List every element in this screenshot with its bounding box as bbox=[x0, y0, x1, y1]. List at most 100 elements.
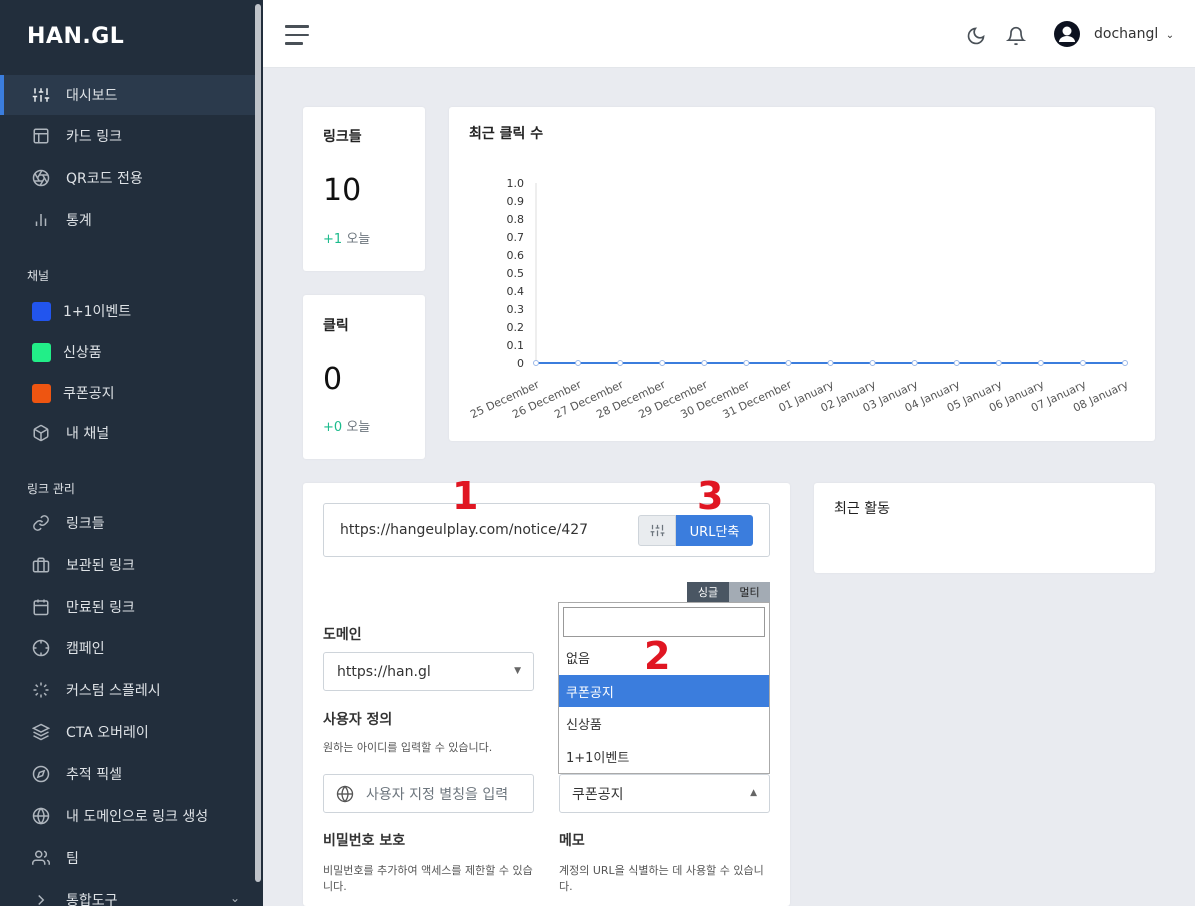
calendar-icon bbox=[32, 598, 50, 616]
channel-color-swatch bbox=[32, 342, 51, 362]
sidebar: HAN.GL 대시보드 카드 링크 QR코드 전용 통계 채널 1+1이벤트 신… bbox=[0, 0, 263, 906]
memo-hint: 계정의 URL을 식별하는 데 사용할 수 있습니다. bbox=[559, 864, 764, 893]
data-point bbox=[1079, 360, 1086, 366]
recent-activity-title: 최근 활동 bbox=[834, 501, 890, 517]
sidebar-item-links[interactable]: 링크들 bbox=[0, 503, 255, 543]
y-tick-label: 0.9 bbox=[507, 195, 525, 208]
y-tick-label: 0.6 bbox=[507, 249, 525, 262]
mode-single-button[interactable]: 싱글 bbox=[687, 582, 729, 602]
sidebar-item-stats[interactable]: 통계 bbox=[0, 200, 255, 240]
stat-value: 10 bbox=[323, 173, 362, 208]
sidebar-item-custom-domain[interactable]: 내 도메인으로 링크 생성 bbox=[0, 796, 255, 836]
sidebar-item-label: 카드 링크 bbox=[66, 129, 122, 145]
channel-label: 신상품 bbox=[63, 345, 102, 361]
loader-icon bbox=[32, 681, 50, 699]
sidebar-item-label: QR코드 전용 bbox=[66, 171, 143, 187]
y-tick-label: 0.7 bbox=[507, 231, 525, 244]
sidebar-item-label: 링크들 bbox=[66, 516, 105, 532]
recent-activity-card: 최근 활동 bbox=[814, 483, 1155, 573]
sidebar-item-splash[interactable]: 커스텀 스플레시 bbox=[0, 670, 255, 710]
channel-option[interactable]: 신상품 bbox=[559, 707, 769, 739]
options-toggle-button[interactable] bbox=[638, 515, 676, 546]
user-menu[interactable]: dochangl ⌄ bbox=[1094, 26, 1174, 42]
custom-alias-label: 사용자 정의 bbox=[323, 712, 393, 728]
y-tick-label: 0.2 bbox=[507, 321, 525, 334]
data-point bbox=[827, 360, 834, 366]
password-hint: 비밀번호를 추가하여 액세스를 제한할 수 있습니다. bbox=[323, 864, 533, 893]
bell-icon[interactable] bbox=[1005, 26, 1027, 46]
domain-select[interactable]: https://han.gl ▼ bbox=[323, 652, 534, 691]
sidebar-item-qr[interactable]: QR코드 전용 bbox=[0, 158, 255, 198]
channel-item-event[interactable]: 1+1이벤트 bbox=[32, 296, 252, 326]
y-tick-label: 0.4 bbox=[507, 285, 525, 298]
channel-label: 쿠폰공지 bbox=[63, 386, 115, 402]
data-point bbox=[659, 360, 666, 366]
domain-label: 도메인 bbox=[323, 627, 362, 643]
username: dochangl bbox=[1094, 26, 1159, 42]
data-point bbox=[617, 360, 624, 366]
channel-search-input[interactable] bbox=[563, 607, 765, 637]
sidebar-item-team[interactable]: 팀 bbox=[0, 838, 255, 878]
annotation-marker-1: 1 bbox=[452, 474, 479, 518]
sidebar-item-archived[interactable]: 보관된 링크 bbox=[0, 545, 255, 585]
data-point bbox=[533, 360, 539, 366]
channel-item-new-product[interactable]: 신상품 bbox=[32, 337, 252, 367]
sidebar-item-dashboard[interactable]: 대시보드 bbox=[0, 75, 255, 115]
mode-multi-button[interactable]: 멀티 bbox=[729, 582, 770, 602]
hamburger-menu-icon[interactable] bbox=[285, 25, 309, 45]
y-tick-label: 0.1 bbox=[507, 339, 525, 352]
chevron-down-icon: ⌄ bbox=[230, 891, 241, 905]
custom-alias-input[interactable]: 사용자 지정 별칭을 입력 bbox=[323, 774, 534, 813]
sidebar-item-card-link[interactable]: 카드 링크 bbox=[0, 116, 255, 156]
sliders-icon bbox=[32, 86, 50, 104]
sidebar-heading-channels: 채널 bbox=[27, 269, 50, 283]
data-point bbox=[953, 360, 960, 366]
compass-icon bbox=[32, 765, 50, 783]
box-icon bbox=[32, 424, 50, 442]
sidebar-item-label: CTA 오버레이 bbox=[66, 725, 149, 741]
channel-color-swatch bbox=[32, 383, 51, 403]
sidebar-item-campaign[interactable]: 캠페인 bbox=[0, 628, 255, 668]
data-point bbox=[743, 360, 750, 366]
y-tick-label: 0.8 bbox=[507, 213, 525, 226]
channel-option[interactable]: 1+1이벤트 bbox=[559, 740, 769, 772]
sidebar-item-cta[interactable]: CTA 오버레이 bbox=[0, 712, 255, 752]
password-label: 비밀번호 보호 bbox=[323, 833, 406, 849]
channel-item-coupon[interactable]: 쿠폰공지 bbox=[32, 378, 252, 408]
sidebar-scrollbar[interactable] bbox=[255, 4, 261, 882]
sidebar-item-label: 캠페인 bbox=[66, 641, 105, 657]
avatar[interactable] bbox=[1054, 21, 1080, 47]
y-tick-label: 1.0 bbox=[507, 177, 525, 190]
app-logo[interactable]: HAN.GL bbox=[27, 24, 124, 49]
link-icon bbox=[32, 514, 50, 532]
sidebar-item-expired[interactable]: 만료된 링크 bbox=[0, 587, 255, 627]
data-point bbox=[785, 360, 792, 366]
data-point bbox=[701, 360, 708, 366]
data-point bbox=[1122, 360, 1128, 366]
sidebar-item-label: 만료된 링크 bbox=[66, 600, 135, 616]
sidebar-item-label: 커스텀 스플레시 bbox=[66, 683, 161, 699]
annotation-marker-2: 2 bbox=[644, 634, 671, 678]
data-point bbox=[869, 360, 876, 366]
channel-label: 1+1이벤트 bbox=[63, 304, 132, 320]
stat-delta: +1 오늘 bbox=[323, 232, 371, 247]
sidebar-item-label: 통합도구 bbox=[66, 893, 118, 906]
sidebar-item-label: 내 도메인으로 링크 생성 bbox=[66, 809, 209, 825]
custom-alias-hint: 원하는 아이디를 입력할 수 있습니다. bbox=[323, 741, 493, 754]
moon-icon[interactable] bbox=[966, 26, 986, 46]
stat-card-links: 링크들 10 +1 오늘 bbox=[303, 107, 425, 271]
channel-select[interactable]: 쿠폰공지 ▲ bbox=[559, 774, 770, 813]
channel-select-value: 쿠폰공지 bbox=[572, 786, 624, 803]
sidebar-item-pixel[interactable]: 추적 픽셀 bbox=[0, 754, 255, 794]
data-point bbox=[911, 360, 918, 366]
shorten-button[interactable]: URL단축 bbox=[676, 515, 753, 546]
sidebar-item-my-channel[interactable]: 내 채널 bbox=[0, 413, 255, 453]
bar-chart-icon bbox=[32, 211, 50, 229]
channel-option-selected[interactable]: 쿠폰공지 bbox=[559, 675, 769, 707]
y-tick-label: 0.5 bbox=[507, 267, 525, 280]
domain-select-value: https://han.gl bbox=[337, 663, 431, 680]
sidebar-item-integrations[interactable]: 통합도구 ⌄ bbox=[0, 880, 255, 906]
data-point bbox=[575, 360, 582, 366]
globe-icon bbox=[32, 807, 50, 825]
sidebar-item-label: 보관된 링크 bbox=[66, 558, 135, 574]
